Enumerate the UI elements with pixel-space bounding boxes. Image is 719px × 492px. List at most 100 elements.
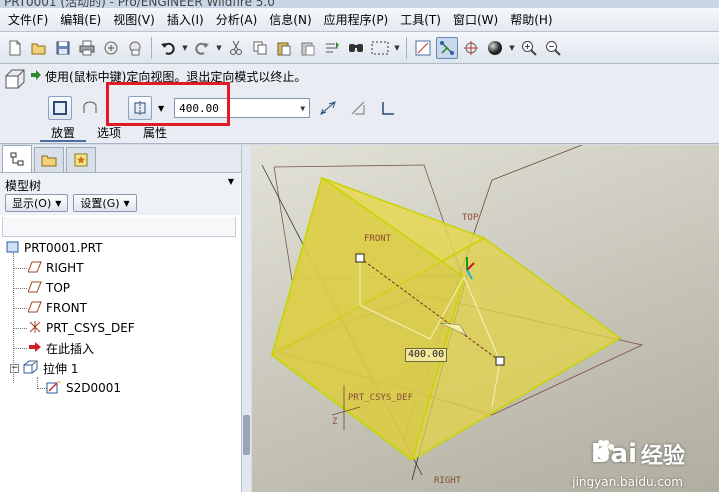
- print-icon[interactable]: [76, 37, 98, 59]
- datum-plane-icon: [27, 301, 42, 316]
- menu-item[interactable]: 文件(F): [2, 8, 54, 32]
- settings-button[interactable]: 设置(G) ▼: [73, 194, 137, 212]
- redo-dropdown-icon[interactable]: ▼: [215, 37, 223, 59]
- new-icon[interactable]: [4, 37, 26, 59]
- tree-connector: [13, 328, 27, 329]
- zoom-in-icon[interactable]: [518, 37, 540, 59]
- paste-icon[interactable]: [273, 37, 295, 59]
- tree-connector: [13, 288, 27, 289]
- remove-material-button[interactable]: [346, 96, 370, 120]
- dashboard-tabs: 放置 选项 属性: [40, 124, 178, 142]
- shading-icon[interactable]: [484, 37, 506, 59]
- tree-node-part[interactable]: PRT0001.PRT: [6, 239, 102, 257]
- insert-arrow-icon: [28, 341, 42, 356]
- navigator-panel: 模型树 ▼ 显示(O) ▼ 设置(G) ▼ PRT0001.PRT RIGHT TO…: [0, 145, 242, 492]
- select-dropdown-icon[interactable]: ▼: [393, 37, 401, 59]
- watermark: Bai 经验: [590, 439, 685, 469]
- tree-node-right[interactable]: RIGHT: [27, 259, 84, 277]
- menu-item[interactable]: 工具(T): [394, 8, 447, 32]
- panel-splitter-scrollbar[interactable]: [241, 145, 251, 492]
- regenerate-icon[interactable]: [321, 37, 343, 59]
- model-tree-column-header: [2, 217, 236, 237]
- email-icon[interactable]: [124, 37, 146, 59]
- save-icon[interactable]: [52, 37, 74, 59]
- tree-node-insert-here[interactable]: 在此插入: [28, 339, 94, 357]
- paste-special-icon[interactable]: [297, 37, 319, 59]
- label-top: TOP: [462, 213, 479, 223]
- dashboard-tab[interactable]: 放置: [40, 124, 87, 142]
- tab-favorites[interactable]: [66, 147, 96, 172]
- solid-extrude-button[interactable]: [48, 96, 72, 120]
- undo-dropdown-icon[interactable]: ▼: [181, 37, 189, 59]
- extrude-icon: [23, 360, 39, 377]
- show-button[interactable]: 显示(O) ▼: [5, 194, 69, 212]
- flip-direction-button[interactable]: [316, 96, 340, 120]
- sketch-icon: [46, 380, 62, 397]
- depth-dimension-label[interactable]: 400.00: [405, 348, 448, 362]
- navigator-tabs: [0, 145, 242, 173]
- model-tree: PRT0001.PRT RIGHT TOP FRONT PRT_CSYS_DEF…: [0, 239, 240, 492]
- undo-icon[interactable]: [157, 37, 179, 59]
- tree-connector: [13, 348, 27, 349]
- drag-handle[interactable]: [495, 356, 505, 366]
- tab-folder-browser[interactable]: [34, 147, 64, 172]
- label-front: FRONT: [364, 234, 392, 244]
- surface-extrude-button[interactable]: [78, 96, 102, 120]
- tab-model-tree[interactable]: [2, 145, 32, 172]
- menu-item[interactable]: 窗口(W): [447, 8, 504, 32]
- redo-icon[interactable]: [191, 37, 213, 59]
- tree-node-sketch[interactable]: S2D0001: [46, 379, 121, 397]
- select-box-icon[interactable]: [369, 37, 391, 59]
- zoom-out-icon[interactable]: [542, 37, 564, 59]
- menu-item[interactable]: 分析(A): [210, 8, 264, 32]
- dashboard-tab[interactable]: 选项: [86, 124, 132, 142]
- watermark-url: jingyan.baidu.com: [572, 475, 683, 489]
- drag-handle[interactable]: [355, 253, 365, 263]
- tree-node-front[interactable]: FRONT: [27, 299, 87, 317]
- part-icon: [6, 240, 20, 257]
- shading-dropdown-icon[interactable]: ▼: [508, 37, 516, 59]
- graphics-window[interactable]: FRONT TOP RIGHT PRT_CSYS_DEF Z 400.00 Ba…: [252, 145, 719, 492]
- datum-plane-icon: [27, 281, 42, 296]
- copy-icon[interactable]: [249, 37, 271, 59]
- menu-item[interactable]: 编辑(E): [54, 8, 107, 32]
- csys-icon: [28, 320, 42, 337]
- datum-display-icon[interactable]: [436, 36, 458, 59]
- send-icon[interactable]: [100, 37, 122, 59]
- label-csys-z: Z: [332, 417, 338, 427]
- spin-center-icon[interactable]: [460, 37, 482, 59]
- menu-bar: 文件(F) 编辑(E) 视图(V) 插入(I) 分析(A) 信息(N) 应用程序(P) 工具(…: [0, 8, 719, 32]
- model-tree-buttons: 显示(O) ▼ 设置(G) ▼: [5, 194, 137, 212]
- model-tree-title: 模型树: [5, 179, 42, 193]
- label-csys: PRT_CSYS_DEF: [348, 393, 414, 403]
- main-toolbar: ▼ ▼ ▼ ▼: [0, 32, 719, 64]
- tree-node-extrude[interactable]: − 拉伸 1: [10, 359, 78, 377]
- thicken-sketch-button[interactable]: [376, 96, 400, 120]
- collapse-icon: −: [10, 362, 19, 373]
- tree-node-top[interactable]: TOP: [27, 279, 70, 297]
- menu-item[interactable]: 信息(N): [263, 8, 317, 32]
- tree-node-csys[interactable]: PRT_CSYS_DEF: [28, 319, 135, 337]
- dashboard-tab[interactable]: 属性: [132, 124, 178, 142]
- menu-item[interactable]: 帮助(H): [504, 8, 558, 32]
- tree-connector: [13, 308, 27, 309]
- chevron-down-icon: ▼: [55, 198, 62, 208]
- extrude-feature-icon: [4, 68, 26, 90]
- menu-item[interactable]: 应用程序(P): [318, 8, 395, 32]
- find-icon[interactable]: [345, 37, 367, 59]
- chevron-down-icon: ▼: [123, 198, 130, 208]
- open-icon[interactable]: [28, 37, 50, 59]
- arrow-right-icon: [30, 69, 42, 84]
- menu-item[interactable]: 插入(I): [161, 8, 210, 32]
- label-right: RIGHT: [434, 476, 462, 486]
- sketch-view-icon[interactable]: [412, 37, 434, 59]
- scrollbar-thumb[interactable]: [243, 415, 250, 455]
- toolbar-separator: [406, 36, 407, 59]
- cut-icon[interactable]: [225, 37, 247, 59]
- depth-dropdown-icon[interactable]: ▼: [300, 104, 305, 113]
- menu-item[interactable]: 视图(V): [107, 8, 161, 32]
- model-tree-header: 模型树 ▼ 显示(O) ▼ 设置(G) ▼: [0, 173, 240, 215]
- annotation-highlight-box: [106, 82, 230, 126]
- tree-connector: [13, 268, 27, 269]
- chevron-down-icon[interactable]: ▼: [228, 177, 234, 186]
